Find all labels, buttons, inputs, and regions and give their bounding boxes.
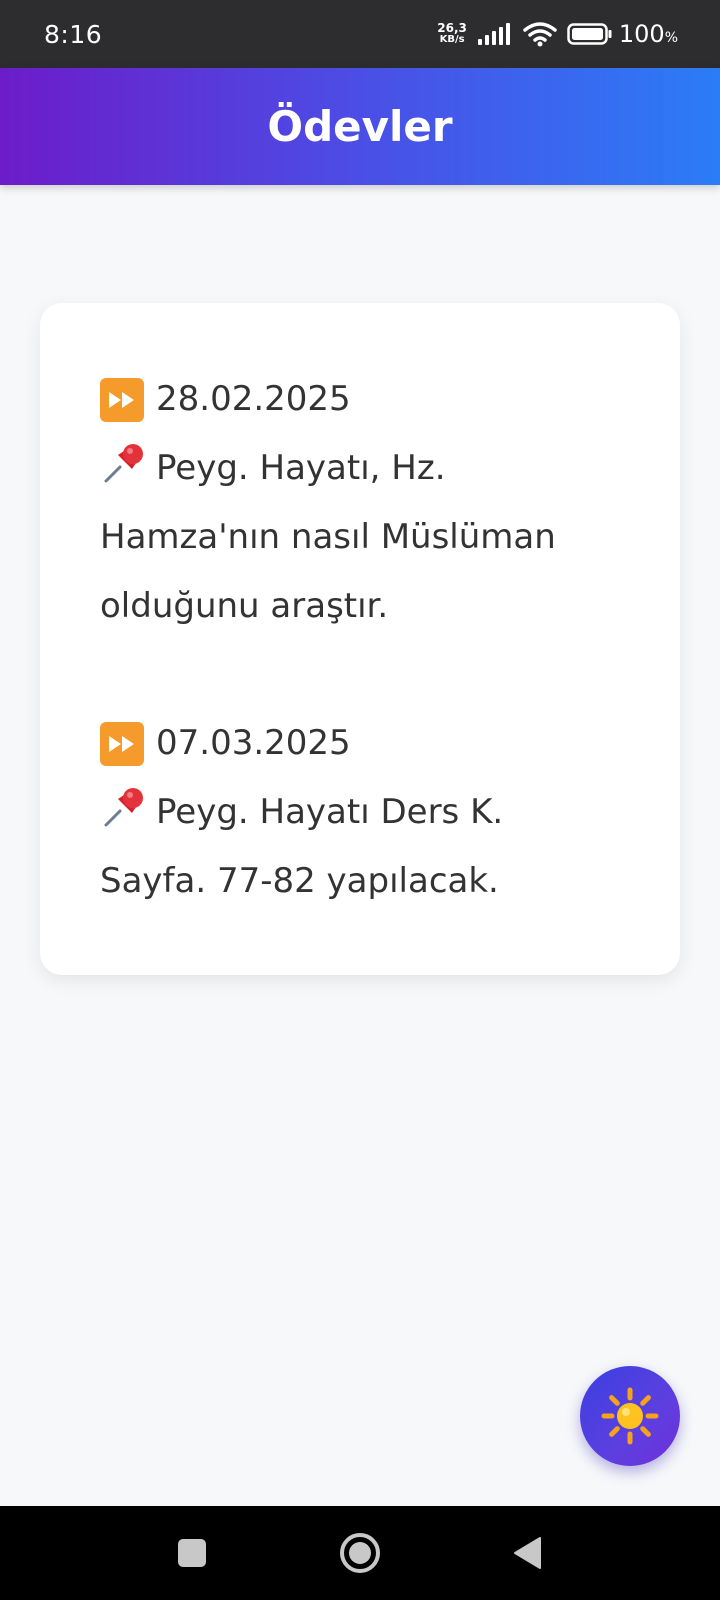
sun-icon [601, 1387, 659, 1445]
battery: 100% [567, 20, 678, 48]
network-speed-unit: KB/s [439, 34, 465, 45]
system-nav-bar [0, 1506, 720, 1600]
circle-icon [340, 1533, 380, 1573]
homework-entry: 28.02.2025 Peyg. Hayatı, Hz. Hamza'nın n… [100, 365, 620, 641]
pushpin-icon [104, 788, 143, 827]
home-button[interactable] [336, 1529, 384, 1577]
homework-date: 28.02.2025 [156, 379, 351, 419]
signal-icon [477, 23, 510, 45]
homework-task: Peyg. Hayatı Ders K. Sayfa. 77-82 yapıla… [100, 792, 504, 901]
fast-forward-icon [100, 721, 144, 766]
triangle-back-icon [514, 1537, 541, 1569]
wifi-icon [523, 22, 557, 47]
homework-date-row: 28.02.2025 [100, 365, 620, 434]
status-icons: 26,3 KB/s 100% [437, 20, 678, 48]
homework-task-row: Peyg. Hayatı Ders K. Sayfa. 77-82 yapıla… [100, 778, 620, 916]
network-speed-value: 26,3 [437, 21, 467, 35]
fast-forward-icon [100, 377, 144, 422]
battery-percent-sign: % [664, 30, 678, 46]
recent-apps-button[interactable] [168, 1529, 216, 1577]
status-bar: 8:16 26,3 KB/s 100% [0, 0, 720, 68]
homework-date: 07.03.2025 [156, 723, 351, 763]
homework-task: Peyg. Hayatı, Hz. Hamza'nın nasıl Müslüm… [100, 448, 556, 626]
app-header: Ödevler [0, 68, 720, 185]
back-button[interactable] [504, 1529, 552, 1577]
battery-icon [567, 23, 612, 45]
homework-date-row: 07.03.2025 [100, 709, 620, 778]
status-time: 8:16 [44, 19, 103, 49]
homework-task-row: Peyg. Hayatı, Hz. Hamza'nın nasıl Müslüm… [100, 434, 620, 641]
page-title: Ödevler [267, 102, 453, 151]
battery-percent: 100% [619, 20, 678, 48]
homework-card: 28.02.2025 Peyg. Hayatı, Hz. Hamza'nın n… [40, 303, 680, 975]
network-speed: 26,3 KB/s [437, 22, 467, 46]
pushpin-icon [104, 444, 143, 483]
battery-percent-value: 100 [618, 20, 665, 48]
theme-toggle-button[interactable] [580, 1366, 680, 1466]
square-icon [178, 1539, 206, 1567]
homework-entry: 07.03.2025 Peyg. Hayatı Ders K. Sayfa. 7… [100, 709, 620, 916]
